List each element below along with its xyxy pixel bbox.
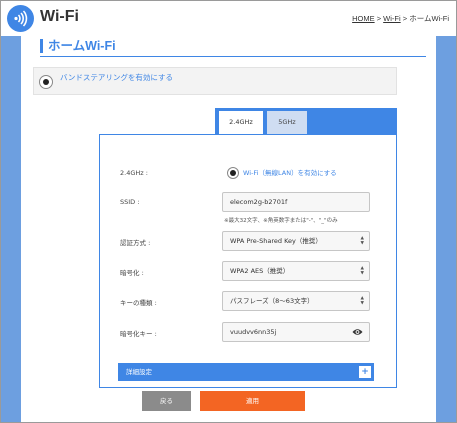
chevron-up-down-icon: ▲ ▼ xyxy=(360,236,364,246)
chevron-up-down-icon: ▲ ▼ xyxy=(360,266,364,276)
wifi-enable-label: Wi-Fi（無線LAN）を有効にする xyxy=(243,169,337,177)
advanced-settings-bar[interactable]: 詳細設定 + xyxy=(118,363,374,381)
key-type-label: キーの種類 : xyxy=(120,299,157,307)
encryption-key-value: vuudvv6nn35j xyxy=(230,328,277,336)
plus-icon[interactable]: + xyxy=(359,366,371,378)
back-button[interactable]: 戻る xyxy=(142,391,191,411)
band-tabs: 2.4GHz 5GHz xyxy=(215,108,397,134)
tab-5ghz[interactable]: 5GHz xyxy=(267,111,307,134)
auth-method-select[interactable]: WPA Pre-Shared Key（推奨） ▲ ▼ xyxy=(222,231,370,251)
auth-method-value: WPA Pre-Shared Key（推奨） xyxy=(230,237,322,245)
breadcrumb-separator: > xyxy=(400,14,410,23)
breadcrumb-separator: > xyxy=(374,14,384,23)
encryption-key-label: 暗号化キー : xyxy=(120,330,157,338)
auth-method-label: 認証方式 : xyxy=(120,239,151,247)
key-type-value: パスフレーズ（8〜63文字） xyxy=(230,297,314,305)
key-type-select[interactable]: パスフレーズ（8〜63文字） ▲ ▼ xyxy=(222,291,370,311)
band-steering-radio[interactable] xyxy=(39,75,53,89)
wifi-icon xyxy=(7,5,34,32)
band-steering-label: バンドステアリングを有効にする xyxy=(60,73,173,82)
encryption-key-input[interactable]: vuudvv6nn35j xyxy=(222,322,370,342)
title-divider xyxy=(40,56,426,57)
wifi-settings-panel: 2.4GHz : Wi-Fi（無線LAN）を有効にする SSID : eleco… xyxy=(99,134,397,388)
ssid-label: SSID : xyxy=(120,198,140,206)
breadcrumb-wifi-link[interactable]: Wi-Fi xyxy=(383,14,401,23)
wifi-enable-radio[interactable] xyxy=(227,167,239,179)
ssid-input[interactable]: elecom2g-b2701f xyxy=(222,192,370,212)
header: Wi-Fi HOME > Wi-Fi > ホームWi-Fi xyxy=(0,0,457,36)
apply-button[interactable]: 適用 xyxy=(200,391,305,411)
band-label: 2.4GHz : xyxy=(120,169,148,177)
app-title: Wi-Fi xyxy=(40,8,79,25)
tab-2-4ghz[interactable]: 2.4GHz xyxy=(219,111,263,134)
breadcrumb-home-link[interactable]: HOME xyxy=(352,14,375,23)
encryption-select[interactable]: WPA2 AES（推奨） ▲ ▼ xyxy=(222,261,370,281)
encryption-label: 暗号化 : xyxy=(120,269,144,277)
advanced-settings-label: 詳細設定 xyxy=(126,368,152,376)
breadcrumb: HOME > Wi-Fi > ホームWi-Fi xyxy=(352,13,449,24)
encryption-value: WPA2 AES（推奨） xyxy=(230,267,290,275)
breadcrumb-current: ホームWi-Fi xyxy=(409,14,449,23)
ssid-hint: ※最大32文字、※角英数字または"-"、"_"のみ xyxy=(224,218,338,224)
band-steering-option[interactable]: バンドステアリングを有効にする xyxy=(33,67,397,95)
page-title: ホームWi-Fi xyxy=(40,39,116,53)
content-panel: ホームWi-Fi バンドステアリングを有効にする 2.4GHz 5GHz 2.4… xyxy=(21,36,436,423)
chevron-up-down-icon: ▲ ▼ xyxy=(360,296,364,306)
eye-icon[interactable] xyxy=(352,328,363,336)
